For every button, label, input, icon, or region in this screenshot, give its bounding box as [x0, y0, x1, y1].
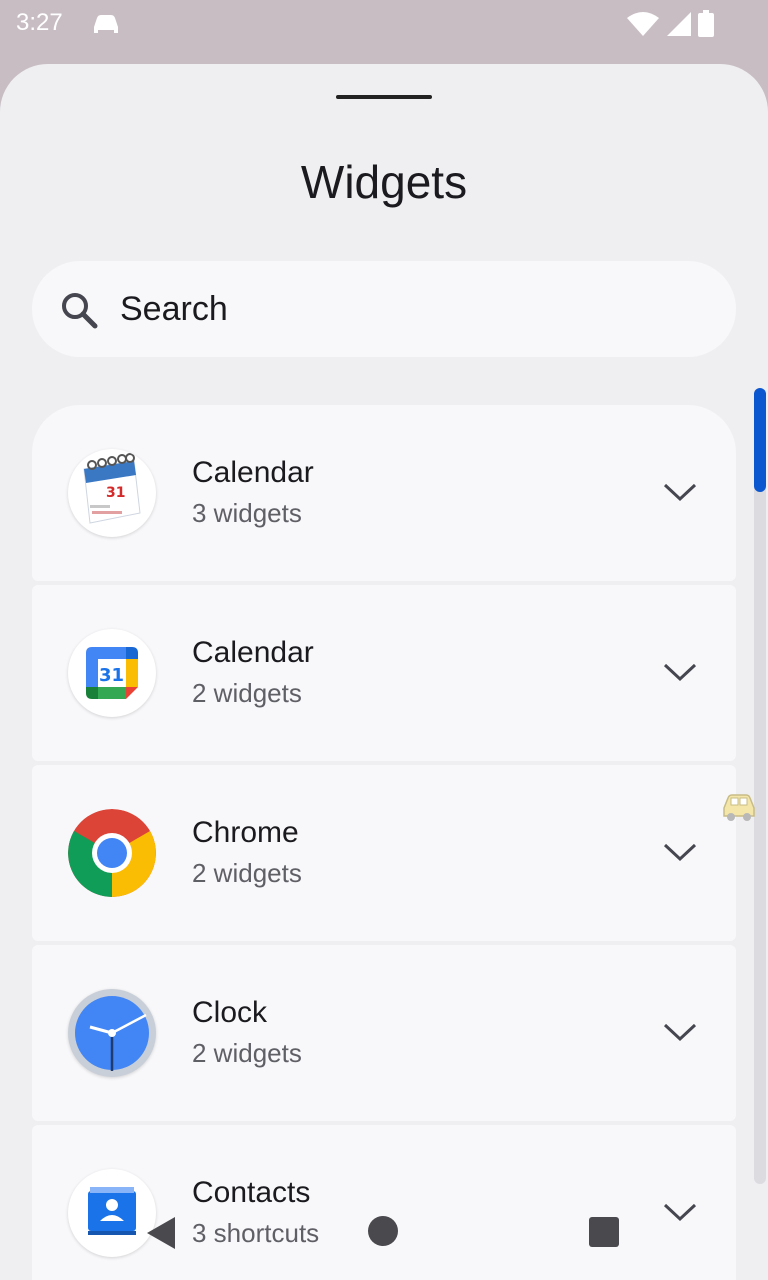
widgets-sheet: Widgets Search 31 Calendar 3 widgets 31 …	[0, 64, 768, 1280]
search-icon	[60, 291, 98, 334]
search-placeholder: Search	[120, 290, 228, 328]
home-icon[interactable]	[368, 1216, 398, 1246]
app-widget-count: 2 widgets	[192, 678, 302, 708]
wifi-icon	[626, 10, 660, 43]
app-widget-count: 2 widgets	[192, 1038, 302, 1068]
back-icon[interactable]	[146, 1216, 176, 1255]
search-input[interactable]: Search	[32, 261, 736, 357]
svg-text:31: 31	[106, 485, 125, 501]
app-widget-count: 2 widgets	[192, 858, 302, 888]
drag-handle[interactable]	[336, 95, 432, 99]
scrollbar-track[interactable]	[754, 388, 766, 1184]
list-item[interactable]: 31 Calendar 2 widgets	[32, 585, 736, 761]
svg-text:31: 31	[99, 665, 124, 686]
taxi-icon	[720, 790, 758, 827]
chevron-down-icon[interactable]	[662, 1019, 698, 1050]
list-item[interactable]: Clock 2 widgets	[32, 945, 736, 1121]
app-name: Clock	[192, 996, 268, 1029]
navigation-bar	[0, 1192, 768, 1280]
app-name: Chrome	[192, 816, 299, 849]
app-name: Calendar	[192, 636, 314, 669]
app-widget-count: 3 widgets	[192, 498, 302, 528]
app-name: Calendar	[192, 456, 314, 489]
list-item[interactable]: Chrome 2 widgets	[32, 765, 736, 941]
chevron-down-icon[interactable]	[662, 479, 698, 510]
chevron-down-icon[interactable]	[662, 839, 698, 870]
notification-car-icon	[90, 11, 122, 42]
google-calendar-icon: 31	[68, 629, 156, 717]
battery-icon	[698, 10, 714, 43]
status-icons	[626, 10, 714, 43]
list-item[interactable]: 31 Calendar 3 widgets	[32, 405, 736, 581]
status-bar: 3:27	[0, 0, 768, 48]
status-time: 3:27	[16, 9, 63, 36]
recents-icon[interactable]	[589, 1217, 619, 1247]
clock-icon	[68, 989, 156, 1077]
calendar-classic-icon: 31	[68, 449, 156, 537]
scrollbar-thumb[interactable]	[754, 388, 766, 492]
chevron-down-icon[interactable]	[662, 659, 698, 690]
page-title: Widgets	[300, 156, 468, 208]
signal-icon	[666, 10, 692, 43]
chrome-icon	[68, 809, 156, 897]
